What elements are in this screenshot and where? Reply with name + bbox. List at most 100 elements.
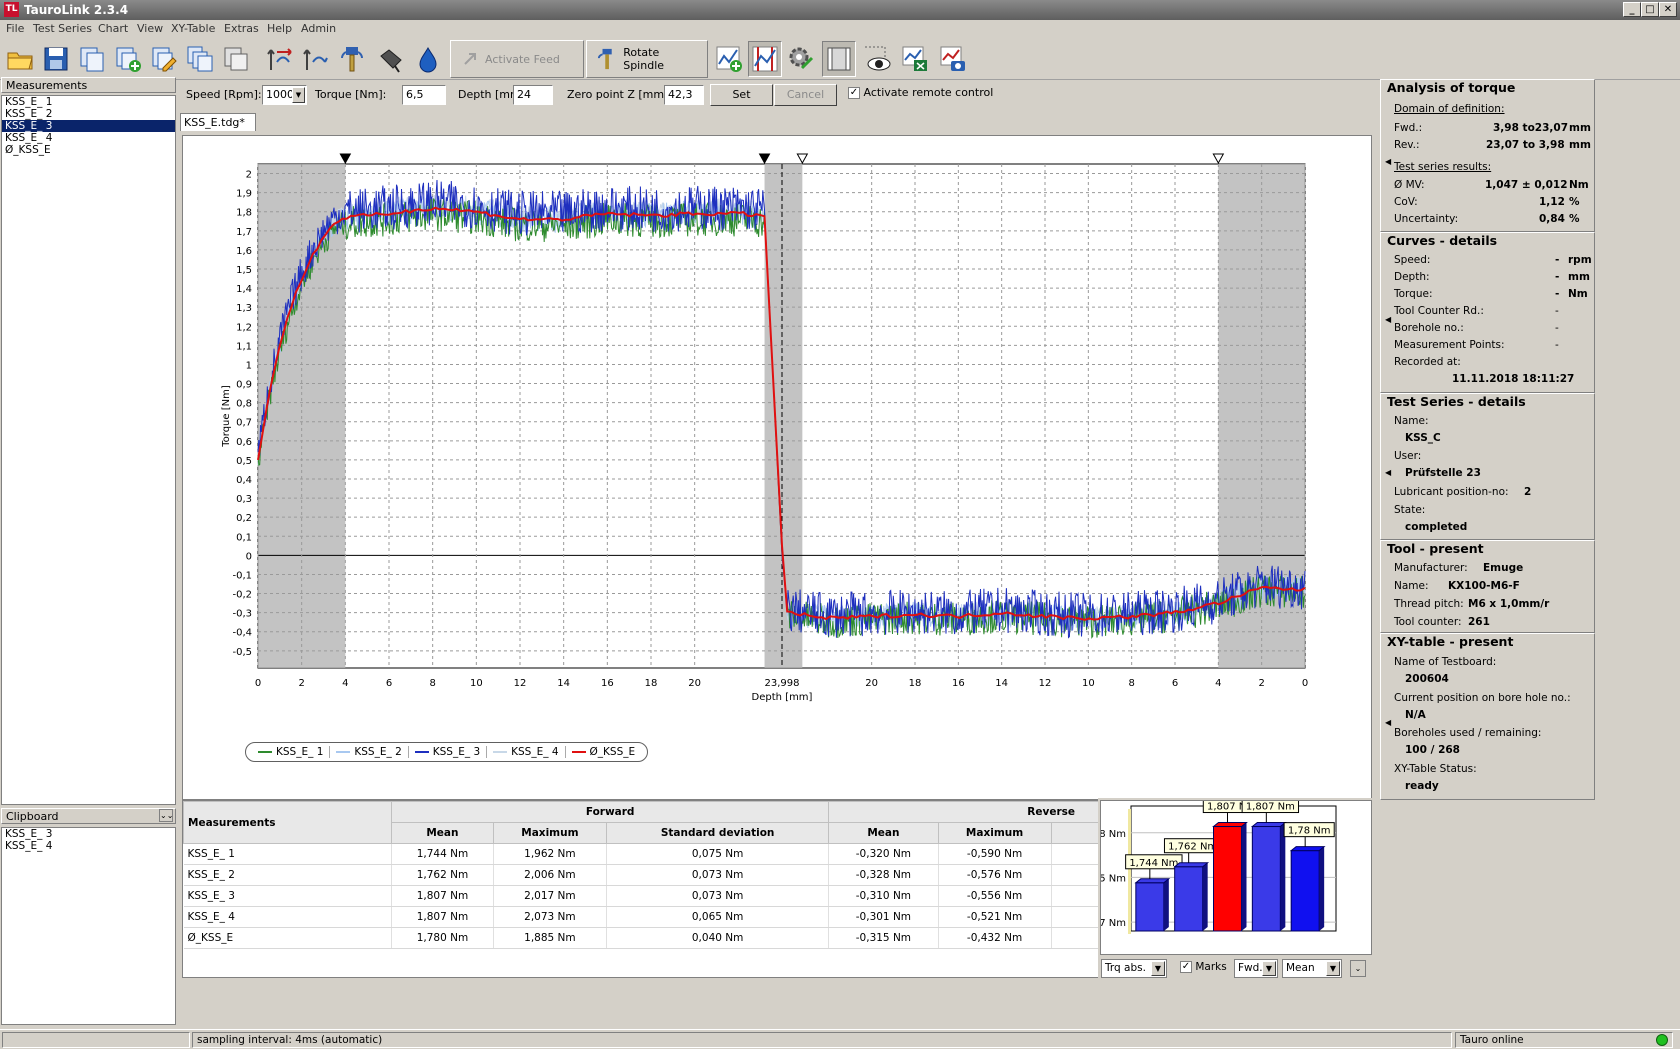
activate-feed-button[interactable]: Activate Feed [450,40,584,78]
menu-chart[interactable]: Chart [98,22,128,35]
dropdown-arrow-icon[interactable]: ▼ [1326,961,1340,976]
list-item[interactable]: KSS_E_ 4 [2,840,175,852]
expand-chevron-icon[interactable]: ⌄ [1350,960,1366,977]
domain-marker-icon [758,153,771,165]
dropdown-arrow-icon[interactable]: ▼ [292,87,305,103]
expand-arrow-icon[interactable]: ◀ [1385,468,1391,477]
collapse-chevron-icon[interactable]: ⌄⌄ [159,809,173,822]
bar-chart[interactable]: 1,8 Nm 1,75 Nm 1,7 Nm 1,744 Nm 1,762 Nm 1,807… [1083,798,1373,956]
torque-input[interactable]: 6,5 [402,85,446,105]
menu-view[interactable]: View [137,22,163,35]
torque-chart-panel: 2 1,9 1,8 1,7 1,6 1,5 1,4 1,3 1,2 1,1 1 0,9 0,8 0,7 0,… [182,135,1372,800]
curve-markers-icon[interactable] [748,41,782,77]
set-button[interactable]: Set [710,84,773,106]
y-tick-label: 1,7 [236,227,252,238]
legend-item[interactable]: Ø_KSS_E [566,746,642,758]
x-tick-label: 8 [1128,678,1134,689]
bar-side [1241,822,1247,931]
new-series-icon[interactable] [111,41,145,77]
minimize-button[interactable]: _ [1623,2,1641,17]
activate-feed-label: Activate Feed [485,52,560,66]
close-button[interactable]: ✕ [1659,2,1677,17]
menu-help[interactable]: Help [267,22,292,35]
multi-series-icon[interactable] [183,41,217,77]
maximize-button[interactable]: □ [1641,2,1659,17]
torque-chart[interactable]: 2 1,9 1,8 1,7 1,6 1,5 1,4 1,3 1,2 1,1 1 0,9 0,8 0,7 0,… [183,136,1373,801]
add-curve-icon[interactable] [712,41,746,77]
list-item[interactable]: KSS_E_ 3 [2,828,175,840]
series-name-value: KSS_C [1405,432,1441,444]
recorded-value: 11.11.2018 18:11:27 [1452,373,1575,385]
menu-extras[interactable]: Extras [224,22,259,35]
feed-forward-icon[interactable] [263,41,297,77]
remote-control-checkbox[interactable]: ✓ Activate remote control [848,86,993,99]
cov-label: CoV: [1394,196,1418,208]
marks-checkbox[interactable]: ✓ Marks [1180,961,1227,973]
statistic-value: Mean [1286,962,1315,974]
dropdown-arrow-icon[interactable]: ▼ [1151,961,1165,976]
export-excel-icon[interactable] [898,41,932,77]
spindle-icon[interactable] [335,41,369,77]
copy-series-icon[interactable] [75,41,109,77]
list-item[interactable]: Ø_KSS_E [2,144,175,156]
edit-series-icon[interactable] [147,41,181,77]
zero-point-input[interactable]: 42,3 [664,85,704,105]
direction-select[interactable]: Fwd. ▼ [1234,959,1278,978]
y-tick-label: -0,5 [232,647,252,658]
torque-label: Torque [Nm]: [315,88,387,101]
cancel-button[interactable]: Cancel [774,84,837,106]
bar-data-label: 1,807 Nm [1246,802,1295,813]
expand-arrow-icon[interactable]: ◀ [1385,315,1391,324]
menu-test-series[interactable]: Test Series [33,22,92,35]
expand-arrow-icon[interactable]: ◀ [1385,718,1391,727]
list-item[interactable]: KSS_E_ 2 [2,108,175,120]
open-folder-icon[interactable] [3,41,37,77]
legend-item[interactable]: KSS_E_ 2 [330,746,409,758]
table-cell: 2,017 Nm [493,885,607,907]
depth-input[interactable]: 24 [513,85,553,105]
bar-data-label: 1,762 Nm [1168,842,1217,853]
table-cell: 1,780 Nm [391,927,494,949]
y-tick-label: -0,1 [232,570,252,581]
lubricant-drop-icon[interactable] [411,41,445,77]
status-sampling: sampling interval: 4ms (automatic) [192,1032,1452,1048]
position-value: N/A [1405,709,1426,721]
save-icon[interactable] [39,41,73,77]
screenshot-camera-icon[interactable] [936,41,970,77]
legend-item[interactable]: KSS_E_ 4 [487,746,566,758]
domain-window-icon[interactable] [822,41,856,77]
feed-reverse-icon[interactable] [299,41,333,77]
x-tick-label: 16 [601,678,614,689]
speed-value: 1000 [266,88,294,101]
curve-borehole-label: Borehole no.: [1394,322,1464,334]
tool-counter-label: Tool counter: [1394,616,1462,628]
tab-kss-e[interactable]: KSS_E.tdg* [180,113,256,131]
menu-admin[interactable]: Admin [301,22,336,35]
menu-xy-table[interactable]: XY-Table [171,22,215,35]
bar-top [1173,862,1210,868]
list-item[interactable]: KSS_E_ 4 [2,132,175,144]
list-item[interactable]: KSS_E_ 1 [2,96,175,108]
list-item[interactable]: KSS_E_ 3 [2,120,175,132]
legend-item[interactable]: KSS_E_ 3 [409,746,488,758]
lubricant-can-icon[interactable] [373,41,407,77]
expand-arrow-icon[interactable]: ◀ [1385,157,1391,166]
rotate-spindle-button[interactable]: Rotate Spindle [586,40,708,78]
legend-swatch [493,751,508,753]
statistic-select[interactable]: Mean ▼ [1282,959,1342,978]
clipboard-list: KSS_E_ 3 KSS_E_ 4 [1,827,176,1025]
menu-file[interactable]: File [6,22,24,35]
torque-type-select[interactable]: Trq abs. ▼ [1101,959,1167,978]
table-cell: 0,075 Nm [606,843,830,865]
curves-title: Curves - details [1387,233,1498,248]
curve-counter-label: Tool Counter Rd.: [1394,305,1484,317]
view-eye-icon[interactable] [860,41,894,77]
close-series-icon[interactable] [219,41,253,77]
settings-gear-icon[interactable] [784,41,818,77]
legend-item[interactable]: KSS_E_ 1 [252,746,331,758]
table-cell: 2,073 Nm [493,906,607,928]
speed-select[interactable]: 1000 ▼ [262,85,307,105]
fwd-unit: mm [1569,122,1591,134]
y-tick-label: 0,8 [236,399,252,410]
dropdown-arrow-icon[interactable]: ▼ [1262,961,1276,976]
